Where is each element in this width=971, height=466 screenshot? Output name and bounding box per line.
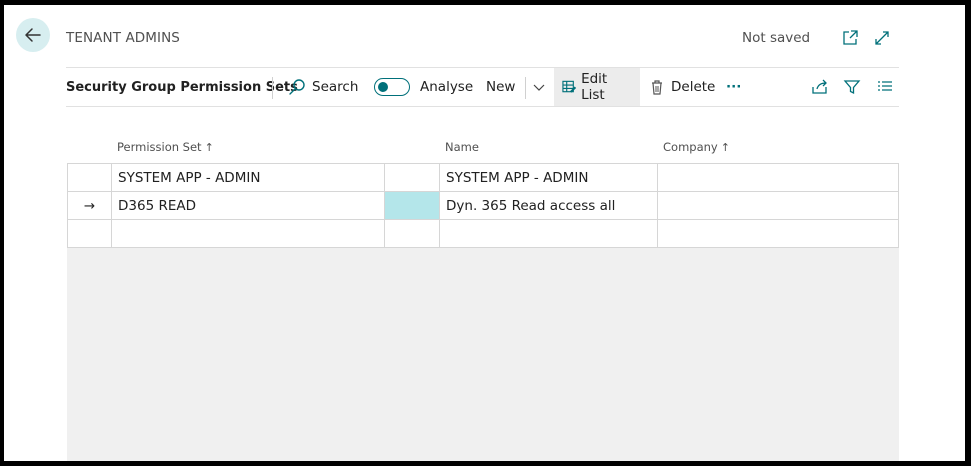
toggle-switch[interactable] (374, 78, 410, 96)
company-cell[interactable] (657, 219, 899, 248)
search-icon (289, 79, 305, 95)
edit-list-label: Edit List (581, 71, 608, 103)
new-button[interactable]: New (486, 68, 515, 106)
permission-set-cell[interactable] (111, 219, 385, 248)
open-in-new-window-icon[interactable] (840, 28, 860, 48)
more-options-button[interactable]: ··· (726, 68, 741, 106)
column-header-company[interactable]: Company ↑ (663, 140, 730, 154)
permission-sets-grid: SYSTEM APP - ADMIN SYSTEM APP - ADMIN → … (67, 163, 899, 248)
permission-set-cell[interactable]: D365 READ (111, 191, 385, 220)
row-marker[interactable]: → (67, 191, 112, 220)
column-label: Name (445, 140, 479, 154)
sort-ascending-icon: ↑ (204, 141, 214, 154)
delete-label: Delete (671, 79, 716, 95)
company-cell[interactable] (657, 191, 899, 220)
name-cell[interactable]: Dyn. 365 Read access all (439, 191, 658, 220)
sort-ascending-icon: ↑ (720, 141, 730, 154)
filter-icon[interactable] (843, 68, 861, 106)
row-marker[interactable] (67, 219, 112, 248)
table-row[interactable]: → D365 READ Dyn. 365 Read access all (67, 191, 899, 220)
column-header-permission-set[interactable]: Permission Set ↑ (117, 140, 214, 154)
search-button[interactable]: Search (288, 68, 358, 106)
expand-icon[interactable] (872, 28, 892, 48)
edit-list-icon (562, 80, 577, 93)
new-label: New (486, 79, 516, 95)
column-label: Company (663, 140, 718, 154)
column-label: Permission Set (117, 140, 202, 154)
row-marker[interactable] (67, 163, 112, 192)
selected-cell[interactable] (384, 191, 440, 220)
chevron-down-icon (533, 84, 545, 91)
column-header-name[interactable]: Name (445, 140, 479, 154)
page-frame: TENANT ADMINS Not saved Security Group P… (4, 5, 965, 461)
search-label: Search (312, 79, 359, 95)
name-cell[interactable]: SYSTEM APP - ADMIN (439, 163, 658, 192)
share-icon[interactable] (811, 68, 829, 106)
edit-list-button[interactable]: Edit List (554, 68, 640, 106)
table-row[interactable]: SYSTEM APP - ADMIN SYSTEM APP - ADMIN (67, 163, 899, 192)
analyse-toggle[interactable]: Analyse (374, 68, 473, 106)
table-row[interactable] (67, 219, 899, 248)
empty-cell[interactable] (384, 163, 440, 192)
new-dropdown-button[interactable] (530, 68, 548, 106)
save-status: Not saved (742, 30, 811, 46)
separator (272, 77, 273, 99)
back-button[interactable] (16, 18, 50, 52)
page-title: Security Group Permission Sets (66, 79, 298, 95)
company-cell[interactable] (657, 163, 899, 192)
separator (525, 77, 526, 99)
delete-button[interactable]: Delete (649, 68, 715, 106)
analyse-label: Analyse (420, 79, 474, 95)
action-bar: Security Group Permission Sets Search An… (66, 67, 899, 107)
page-caption: TENANT ADMINS (66, 30, 180, 46)
name-cell[interactable] (439, 219, 658, 248)
permission-set-cell[interactable]: SYSTEM APP - ADMIN (111, 163, 385, 192)
arrow-left-icon (25, 28, 41, 42)
trash-icon (652, 80, 662, 95)
empty-cell[interactable] (384, 219, 440, 248)
list-view-icon[interactable] (876, 68, 894, 106)
